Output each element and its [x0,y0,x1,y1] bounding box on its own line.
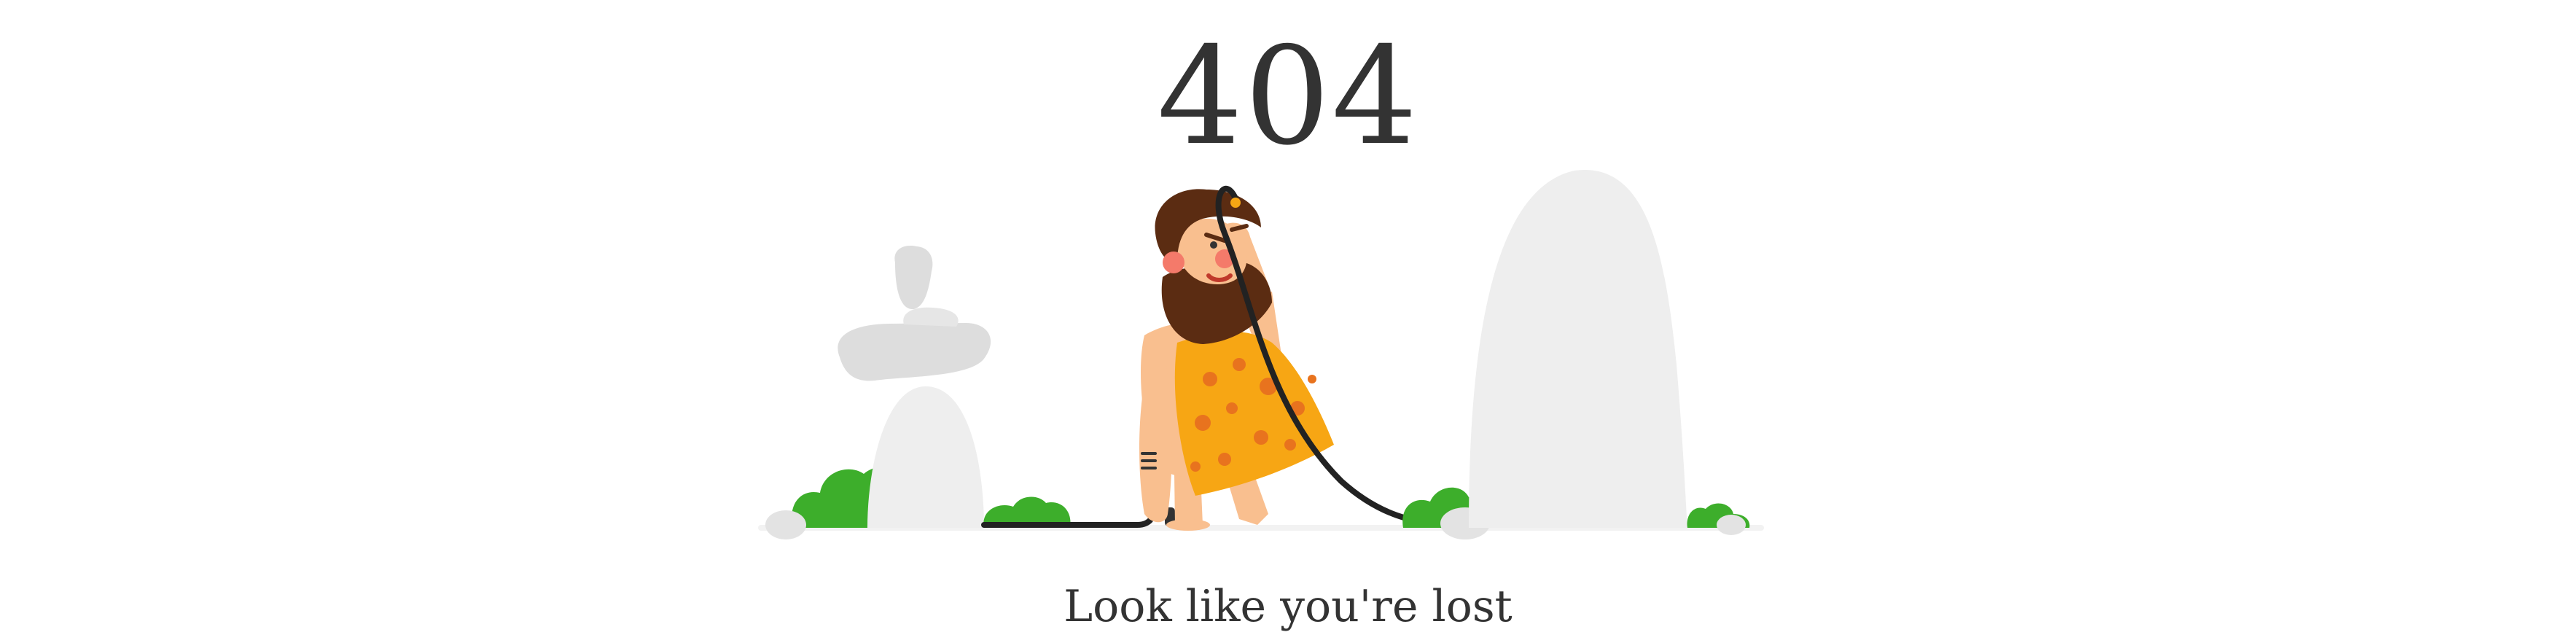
illustration-svg [758,169,1764,539]
lost-message: Look like you're lost [1063,581,1513,632]
pebble-left [765,510,806,539]
error-page: 404 Look like you're lost [0,0,2576,643]
tall-rock-icon [1469,169,1687,528]
lost-caveman-illustration [758,146,1764,539]
pebble-far-right [1717,515,1746,535]
caveman-icon [1139,189,1334,531]
error-code-heading: 404 [1157,17,1419,175]
cable-end-dot [1230,198,1241,208]
